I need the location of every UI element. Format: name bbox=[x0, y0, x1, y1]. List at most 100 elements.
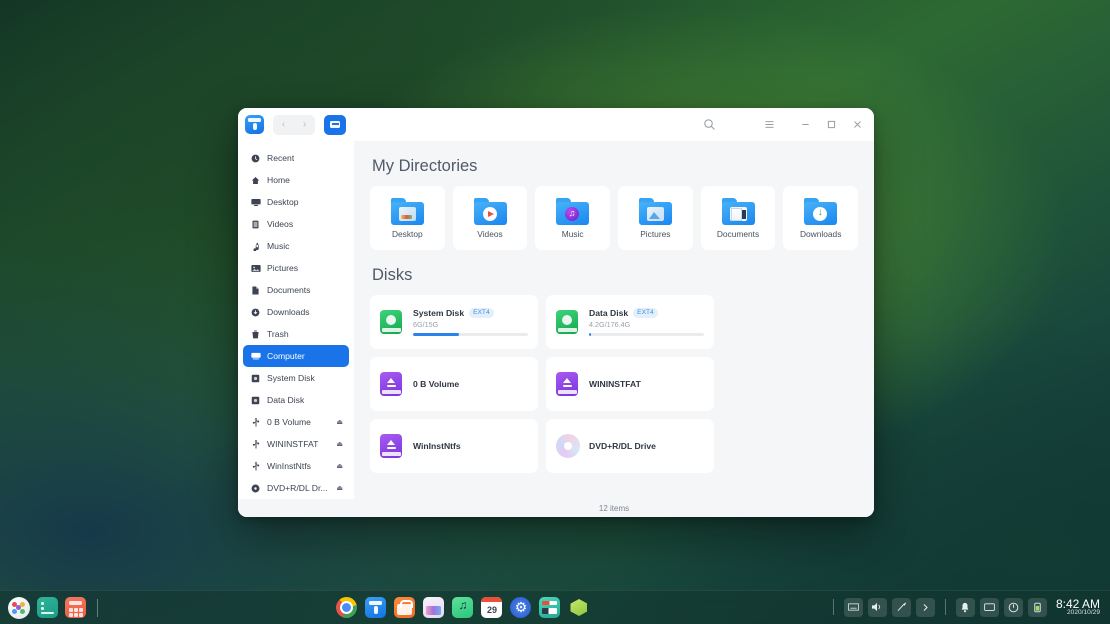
eject-icon[interactable]: ⏏ bbox=[336, 462, 343, 470]
sidebar-item-data-disk[interactable]: Data Disk bbox=[243, 389, 349, 411]
disk-card[interactable]: WININSTFAT bbox=[546, 357, 714, 411]
tray-expand-icon[interactable] bbox=[916, 598, 935, 617]
taskbar: 29 bbox=[0, 590, 1110, 624]
notification-bell-icon[interactable] bbox=[956, 598, 975, 617]
virtualbox-app[interactable] bbox=[568, 597, 589, 618]
sidebar-item-documents[interactable]: Documents bbox=[243, 279, 349, 301]
sidebar-item-recent[interactable]: Recent bbox=[243, 147, 349, 169]
disc-icon bbox=[249, 484, 262, 493]
sidebar-item-label: DVD+R/DL Dr... bbox=[267, 483, 334, 493]
sidebar-item-label: Videos bbox=[267, 219, 343, 229]
launcher-button[interactable] bbox=[8, 597, 30, 619]
sidebar-item-pictures[interactable]: Pictures bbox=[243, 257, 349, 279]
disk-name-label: Data Disk bbox=[589, 308, 628, 318]
sidebar-item-label: Computer bbox=[267, 351, 343, 361]
sidebar-item-home[interactable]: Home bbox=[243, 169, 349, 191]
usb-icon bbox=[249, 439, 262, 449]
directory-card-music[interactable]: Music bbox=[535, 186, 610, 250]
disk-card[interactable]: Data DiskEXT4 4.2G/176.4G bbox=[546, 295, 714, 349]
disk-name-row: System DiskEXT4 bbox=[413, 308, 528, 318]
sidebar-item-videos[interactable]: Videos bbox=[243, 213, 349, 235]
file-manager-app[interactable] bbox=[365, 597, 386, 618]
sidebar-item-music[interactable]: Music bbox=[243, 235, 349, 257]
folder-downloads-icon bbox=[804, 198, 837, 225]
directory-card-documents[interactable]: Documents bbox=[701, 186, 776, 250]
keyboard-layout-icon[interactable] bbox=[844, 598, 863, 617]
file-manager-app-icon bbox=[245, 115, 264, 134]
disk-info: WININSTFAT bbox=[589, 379, 704, 389]
sidebar-item-label: 0 B Volume bbox=[267, 417, 334, 427]
disk-info: Data DiskEXT4 4.2G/176.4G bbox=[589, 308, 704, 337]
removable-purple-icon bbox=[380, 372, 402, 396]
eject-icon[interactable]: ⏏ bbox=[336, 418, 343, 426]
terminal-app[interactable] bbox=[37, 597, 58, 618]
download-icon bbox=[249, 308, 262, 317]
image-viewer-app[interactable] bbox=[423, 597, 444, 618]
directory-label: Desktop bbox=[392, 229, 423, 239]
eject-icon[interactable]: ⏏ bbox=[336, 484, 343, 492]
disk-name-row: Data DiskEXT4 bbox=[589, 308, 704, 318]
directory-card-desktop[interactable]: Desktop bbox=[370, 186, 445, 250]
sidebar-item-wininstntfs[interactable]: WinInstNtfs⏏ bbox=[243, 455, 349, 477]
volume-icon[interactable] bbox=[868, 598, 887, 617]
sidebar-item-label: Desktop bbox=[267, 197, 343, 207]
breadcrumb-computer[interactable] bbox=[324, 115, 346, 135]
music-player-app[interactable] bbox=[452, 597, 473, 618]
calendar-app[interactable]: 29 bbox=[481, 597, 502, 618]
disk-usage-label: 4.2G/176.4G bbox=[589, 320, 704, 329]
music-icon bbox=[249, 242, 262, 251]
sidebar-item-computer[interactable]: Computer bbox=[243, 345, 349, 367]
harddisk-icon bbox=[249, 374, 262, 383]
disk-name-label: 0 B Volume bbox=[413, 379, 459, 389]
sidebar-item-label: Documents bbox=[267, 285, 343, 295]
maximize-button[interactable] bbox=[818, 112, 844, 138]
sidebar-item-desktop[interactable]: Desktop bbox=[243, 191, 349, 213]
close-button[interactable] bbox=[844, 112, 870, 138]
power-icon[interactable] bbox=[1004, 598, 1023, 617]
sidebar-item-system-disk[interactable]: System Disk bbox=[243, 367, 349, 389]
back-button[interactable]: ‹ bbox=[282, 120, 285, 130]
sidebar-item-label: WinInstNtfs bbox=[267, 461, 334, 471]
directory-card-downloads[interactable]: Downloads bbox=[783, 186, 858, 250]
search-icon[interactable] bbox=[696, 112, 722, 138]
directory-card-videos[interactable]: Videos bbox=[453, 186, 528, 250]
disk-card[interactable]: System DiskEXT46G/15G bbox=[370, 295, 538, 349]
app-store-app[interactable] bbox=[394, 597, 415, 618]
sidebar-item-wininstfat[interactable]: WININSTFAT⏏ bbox=[243, 433, 349, 455]
control-center-app[interactable] bbox=[510, 597, 531, 618]
text-editor-app[interactable] bbox=[539, 597, 560, 618]
navigation-pill: ‹ › bbox=[273, 115, 315, 135]
sidebar-item-0-b-volume[interactable]: 0 B Volume⏏ bbox=[243, 411, 349, 433]
disk-card[interactable]: DVD+R/DL Drive bbox=[546, 419, 714, 473]
harddisk-green-icon bbox=[556, 310, 578, 334]
brightness-icon[interactable] bbox=[892, 598, 911, 617]
disk-icon-wrap bbox=[556, 372, 580, 396]
file-manager-window: ‹ › bbox=[238, 108, 874, 517]
sidebar-item-dvd-r-dl-dr[interactable]: DVD+R/DL Dr...⏏ bbox=[243, 477, 349, 499]
disk-name-row: 0 B Volume bbox=[413, 379, 528, 389]
display-icon[interactable] bbox=[980, 598, 999, 617]
clock[interactable]: 8:42 AM 2020/10/29 bbox=[1056, 598, 1104, 618]
minimize-button[interactable] bbox=[792, 112, 818, 138]
removable-purple-icon bbox=[380, 434, 402, 458]
sidebar-item-downloads[interactable]: Downloads bbox=[243, 301, 349, 323]
chrome-app[interactable] bbox=[336, 597, 357, 618]
sidebar-item-label: WININSTFAT bbox=[267, 439, 334, 449]
hamburger-menu-icon[interactable] bbox=[756, 112, 782, 138]
forward-button[interactable]: › bbox=[303, 120, 306, 130]
disk-name-label: WININSTFAT bbox=[589, 379, 641, 389]
directory-card-pictures[interactable]: Pictures bbox=[618, 186, 693, 250]
optical-disc-icon bbox=[556, 434, 580, 458]
disk-card[interactable]: 0 B Volume bbox=[370, 357, 538, 411]
sidebar-item-label: System Disk bbox=[267, 373, 343, 383]
clock-date: 2020/10/29 bbox=[1056, 610, 1100, 617]
eject-icon[interactable]: ⏏ bbox=[336, 440, 343, 448]
sidebar-item-trash[interactable]: Trash bbox=[243, 323, 349, 345]
disk-card[interactable]: WinInstNtfs bbox=[370, 419, 538, 473]
calendar-day-label: 29 bbox=[481, 602, 502, 618]
folder-videos-icon bbox=[474, 198, 507, 225]
sidebar-item-label: Recent bbox=[267, 153, 343, 163]
video-icon bbox=[249, 220, 262, 229]
battery-icon[interactable] bbox=[1028, 598, 1047, 617]
calculator-app[interactable] bbox=[65, 597, 86, 618]
